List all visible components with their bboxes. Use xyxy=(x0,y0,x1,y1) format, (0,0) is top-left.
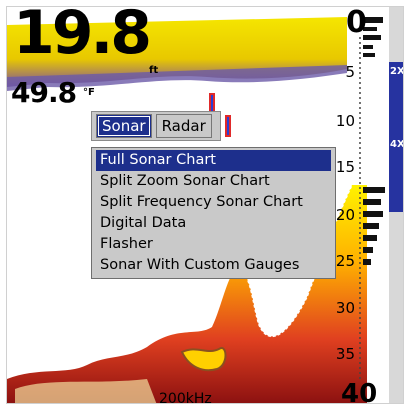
temperature-readout: 49.8 xyxy=(11,76,77,109)
flasher-bars xyxy=(363,17,385,265)
depth-scale-label-0: 0 xyxy=(346,6,367,40)
depth-scale-label-40: 40 xyxy=(341,379,378,404)
menu-item-sonar-with-custom-gauges[interactable]: Sonar With Custom Gauges xyxy=(96,255,331,276)
depth-readout: 19.8 xyxy=(13,6,152,68)
zoom-label-4x: 4X xyxy=(390,139,404,150)
fish-arch xyxy=(225,115,231,137)
tab-sonar[interactable]: Sonar xyxy=(96,114,152,138)
menu-item-digital-data[interactable]: Digital Data xyxy=(96,213,331,234)
depth-unit: ft xyxy=(149,65,159,76)
temperature-unit: °F xyxy=(83,87,95,98)
menu-item-split-zoom-sonar-chart[interactable]: Split Zoom Sonar Chart xyxy=(96,171,331,192)
zoom-window-indicator[interactable] xyxy=(389,62,403,212)
depth-scale-label-35: 35 xyxy=(335,345,355,363)
page-tabs: Sonar Radar xyxy=(91,111,221,141)
menu-item-flasher[interactable]: Flasher xyxy=(96,234,331,255)
depth-scale-label-10: 10 xyxy=(335,112,355,130)
depth-scale-label-5: 5 xyxy=(345,63,355,81)
frequency-label: 200kHz xyxy=(159,391,212,404)
tab-radar[interactable]: Radar xyxy=(155,114,212,138)
sonar-page-menu: Full Sonar Chart Split Zoom Sonar Chart … xyxy=(91,147,336,279)
zoom-label-2x: 2X xyxy=(390,66,404,77)
depth-scale-label-30: 30 xyxy=(335,299,355,317)
menu-item-full-sonar-chart[interactable]: Full Sonar Chart xyxy=(96,150,331,171)
sonar-display: 19.8 ft 49.8 °F 0 5 10 15 20 25 30 35 40… xyxy=(6,6,404,404)
menu-item-split-frequency-sonar-chart[interactable]: Split Frequency Sonar Chart xyxy=(96,192,331,213)
